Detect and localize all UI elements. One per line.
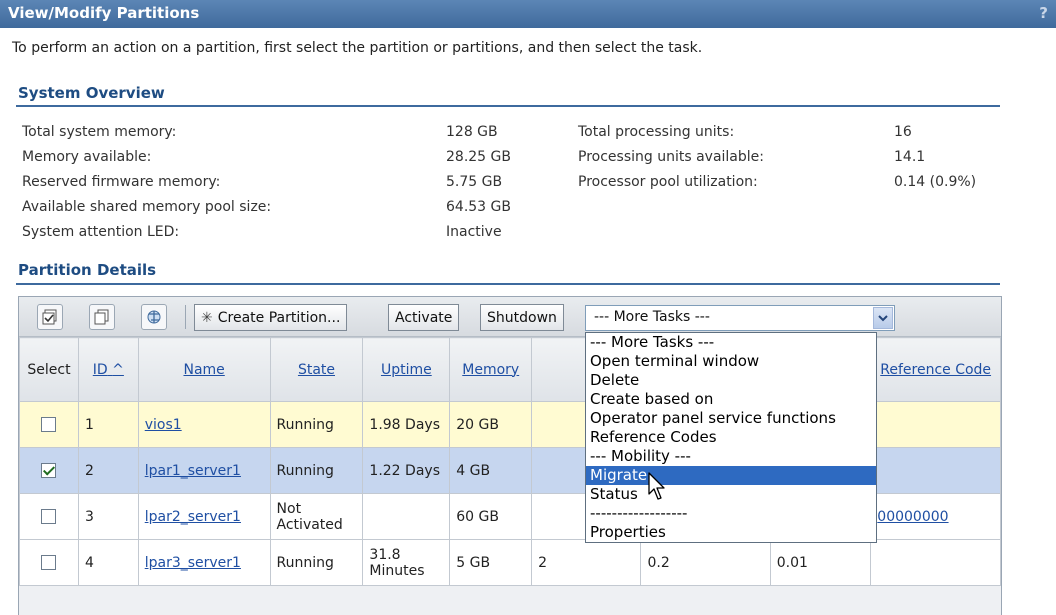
row-checkbox[interactable] [41,555,57,570]
mouse-pointer-icon [648,472,665,500]
table-toolbar: ✳ Create Partition... Activate Shutdown … [19,297,1001,337]
table-row[interactable]: 4 lpar3_server1 Running 31.8 Minutes 5 G… [19,539,1001,586]
create-star-icon: ✳ [201,309,213,326]
shutdown-button[interactable]: Shutdown [480,304,564,331]
row-state: Not Activated [269,493,364,540]
row-uptime: 31.8 Minutes [362,539,451,586]
dropdown-item-reference-codes[interactable]: Reference Codes [586,428,876,447]
row-id: 3 [77,493,139,540]
overview-value-reserved-firmware: 5.75 GB [446,174,503,190]
overview-label-pool-utilization: Processor pool utilization: [578,174,758,190]
sort-ascending-icon: ^ [112,361,124,378]
create-partition-button[interactable]: ✳ Create Partition... [194,304,348,331]
row-state: Running [269,401,364,448]
deselect-all-icon[interactable] [89,304,115,330]
row-memory: 5 GB [449,539,533,586]
overview-value-processing-units: 16 [894,124,912,140]
overview-value-pool-utilization: 0.14 (0.9%) [894,174,977,190]
dropdown-item-status[interactable]: Status [586,485,876,504]
partition-name-link[interactable]: vios1 [145,417,182,433]
row-cell: 2 [531,539,642,586]
row-state: Running [269,539,364,586]
dropdown-item-mobility-header[interactable]: --- Mobility --- [586,447,876,466]
reference-code-link[interactable]: 00000000 [877,509,948,525]
more-tasks-select[interactable]: --- More Tasks --- [585,305,895,331]
partition-name-link[interactable]: lpar3_server1 [145,555,241,571]
overview-label-reserved-firmware: Reserved firmware memory: [22,174,221,190]
overview-label-shared-pool: Available shared memory pool size: [22,199,272,215]
overview-label-total-memory: Total system memory: [22,124,177,140]
column-header-state[interactable]: State [269,337,364,402]
create-partition-label: Create Partition... [217,309,341,326]
row-checkbox[interactable] [41,463,57,478]
column-header-reference-code[interactable]: Reference Code [870,337,1001,402]
intro-text: To perform an action on a partition, fir… [12,40,703,56]
row-memory: 20 GB [449,401,533,448]
row-id: 4 [77,539,139,586]
row-memory: 4 GB [449,447,533,494]
section-divider [16,283,1000,285]
partition-details-title: Partition Details [18,261,157,279]
dropdown-item-create-based-on[interactable]: Create based on [586,390,876,409]
filter-settings-icon[interactable] [141,304,167,330]
help-icon[interactable]: ? [1039,4,1048,22]
select-all-icon[interactable] [37,304,63,330]
row-memory: 60 GB [449,493,533,540]
dropdown-item-delete[interactable]: Delete [586,371,876,390]
column-header-memory[interactable]: Memory [449,337,533,402]
overview-label-attention-led: System attention LED: [22,224,180,240]
partition-name-link[interactable]: lpar1_server1 [145,463,241,479]
more-tasks-dropdown-list: --- More Tasks --- Open terminal window … [585,332,877,543]
dropdown-item-open-terminal[interactable]: Open terminal window [586,352,876,371]
row-checkbox[interactable] [41,417,57,432]
panel-title-bar: View/Modify Partitions ? [0,0,1056,28]
column-header-id[interactable]: ID ^ [77,337,139,402]
dropdown-item-migrate[interactable]: Migrate [586,466,876,485]
column-header-uptime[interactable]: Uptime [362,337,451,402]
row-id: 1 [77,401,139,448]
partition-name-link[interactable]: lpar2_server1 [145,509,241,525]
dropdown-item-separator: ------------------ [590,504,688,522]
system-overview-title: System Overview [18,84,165,102]
overview-value-attention-led: Inactive [446,224,502,240]
row-uptime: 1.22 Days [362,447,451,494]
dropdown-item-more-tasks[interactable]: --- More Tasks --- [586,333,876,352]
overview-value-total-memory: 128 GB [446,124,498,140]
dropdown-item-operator-panel[interactable]: Operator panel service functions [586,409,876,428]
toolbar-separator [185,305,186,329]
row-reference-code [870,447,1001,494]
overview-value-units-available: 14.1 [894,149,926,165]
overview-label-processing-units: Total processing units: [578,124,735,140]
row-id: 2 [77,447,139,494]
row-checkbox[interactable] [41,509,57,524]
activate-button[interactable]: Activate [388,304,460,331]
overview-label-memory-available: Memory available: [22,149,152,165]
more-tasks-value: --- More Tasks --- [594,309,710,325]
overview-label-units-available: Processing units available: [578,149,764,165]
row-reference-code [870,401,1001,448]
row-cell: 0.01 [769,539,872,586]
panel-title: View/Modify Partitions [8,4,200,22]
row-reference-code [870,539,1001,586]
row-uptime [362,493,451,540]
row-state: Running [269,447,364,494]
overview-value-shared-pool: 64.53 GB [446,199,511,215]
row-cell: 0.2 [640,539,771,586]
chevron-down-icon[interactable] [873,307,893,329]
overview-value-memory-available: 28.25 GB [446,149,511,165]
dropdown-item-properties[interactable]: Properties [586,523,876,542]
section-divider [16,105,1000,107]
column-header-select: Select [19,337,79,402]
row-uptime: 1.98 Days [362,401,451,448]
column-header-name[interactable]: Name [137,337,271,402]
